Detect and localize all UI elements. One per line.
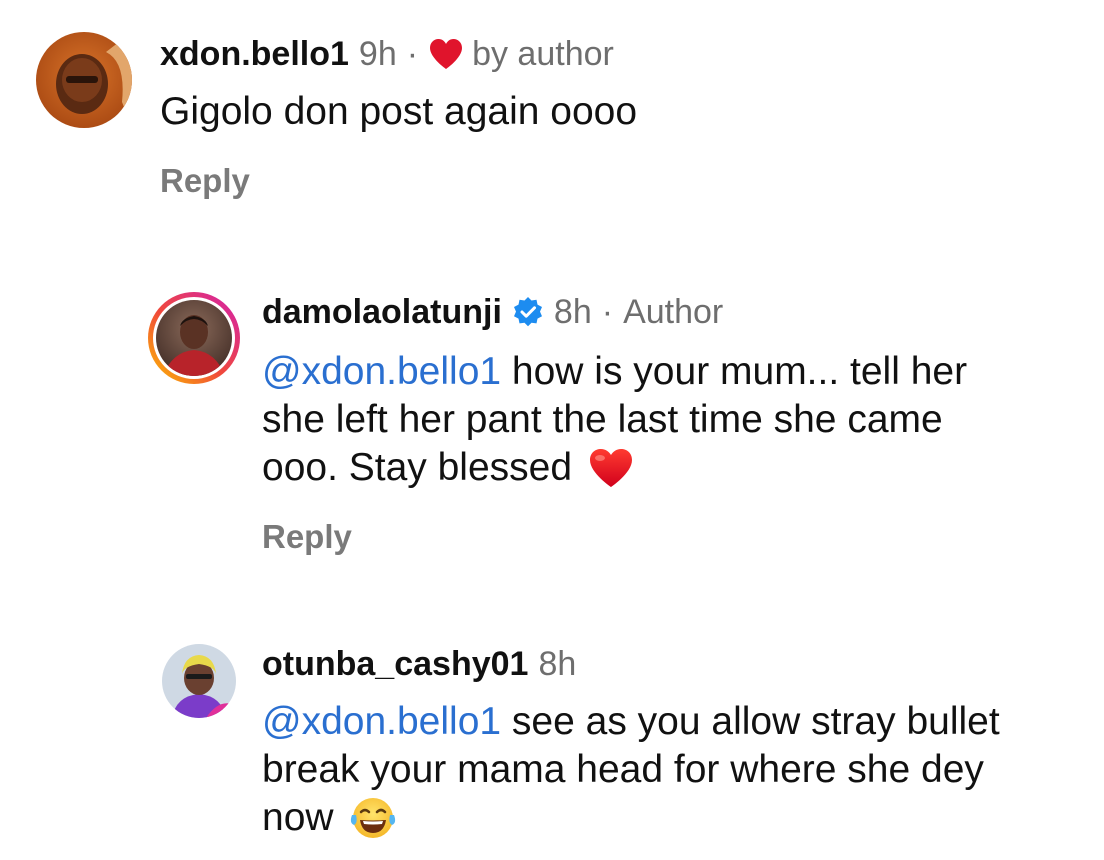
comment-meta: otunba_cashy01 8h [262,644,576,684]
avatar-photo-icon [162,644,236,718]
comment-line-2: she left her pant the last time she came [262,398,943,441]
separator-dot: · [406,35,419,73]
separator-dot: · [601,293,614,331]
comment-text: Gigolo don post again oooo [160,88,637,136]
timestamp[interactable]: 9h [359,34,397,74]
mention-link[interactable]: @xdon.bello1 [262,350,501,393]
comment-text-body: see as you allow stray bullet [501,700,1000,743]
timestamp[interactable]: 8h [554,292,592,332]
comment-text: @xdon.bello1 see as you allow stray bull… [262,698,1092,842]
comment-meta: damolaolatunji 8h · Author [262,292,723,332]
comment-line-3: now [262,794,1092,842]
avatar[interactable] [162,644,236,718]
comment-line-1: @xdon.bello1 see as you allow stray bull… [262,698,1092,746]
avatar-photo-icon [36,32,132,128]
tears-of-joy-emoji-icon [348,795,398,841]
comment-text-body: now [262,796,334,839]
comment-meta: xdon.bello1 9h · by author [160,34,614,74]
avatar[interactable] [146,290,242,386]
verified-badge-icon [512,296,544,328]
username[interactable]: xdon.bello1 [160,34,349,74]
username[interactable]: damolaolatunji [262,292,502,332]
mention-link[interactable]: @xdon.bello1 [262,700,501,743]
comment-text: @xdon.bello1 how is your mum... tell her… [262,348,1082,492]
reply-button[interactable]: Reply [262,518,352,556]
comment-2: damolaolatunji 8h · Author @xdon.bello1 … [0,280,1104,580]
avatar-story-ring-icon [148,292,240,384]
comment-text-body: ooo. Stay blessed [262,446,573,489]
heart-icon [428,38,464,70]
comment-text-body: Gigolo don post again oooo [160,90,638,133]
red-heart-emoji-icon [588,447,634,489]
timestamp[interactable]: 8h [538,644,576,684]
avatar[interactable] [36,32,132,128]
comment-text-body: how is your mum... tell her [501,350,968,393]
comment-line-2: break your mama head for where she dey [262,748,984,791]
comment-1: xdon.bello1 9h · by author Gigolo don po… [0,0,1104,220]
reply-button[interactable]: Reply [160,162,250,200]
comment-line-3: ooo. Stay blessed [262,444,1082,492]
liked-by-author-label: by author [472,35,614,73]
username[interactable]: otunba_cashy01 [262,644,528,684]
author-tag: Author [623,293,724,331]
comment-line-1: @xdon.bello1 how is your mum... tell her [262,348,1082,396]
comment-3: otunba_cashy01 8h @xdon.bello1 see as yo… [0,630,1104,860]
